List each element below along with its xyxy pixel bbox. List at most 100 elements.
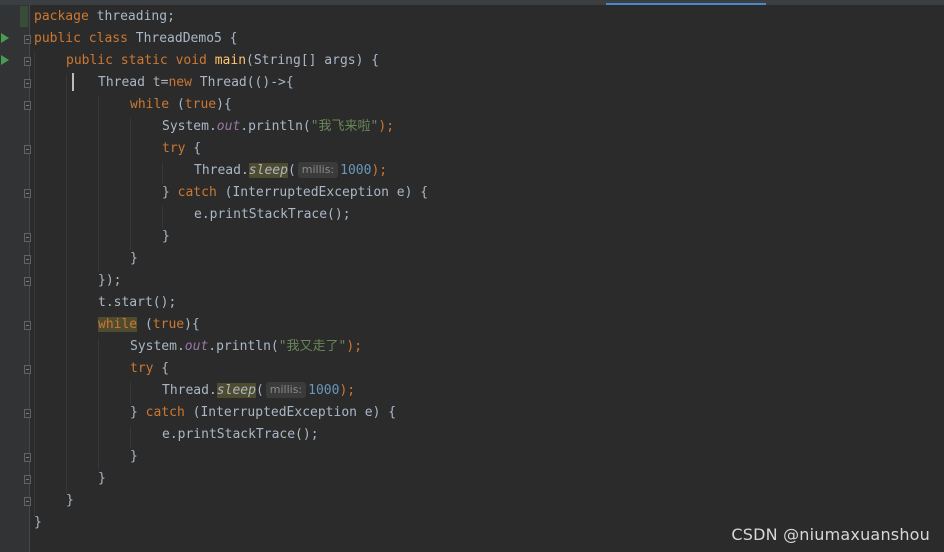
code-text: } — [130, 405, 146, 420]
code-line-13[interactable]: }); — [98, 270, 121, 292]
static-field: out — [184, 339, 209, 354]
static-field: out — [216, 119, 241, 134]
fold-marker-icon[interactable] — [24, 475, 31, 484]
code-line-4[interactable]: Thread t=new Thread(()->{ — [98, 72, 294, 94]
code-line-9[interactable]: } catch (InterruptedException e) { — [162, 182, 428, 204]
code-text: System. — [162, 119, 217, 134]
code-text: }); — [98, 273, 122, 288]
text-caret — [72, 73, 74, 91]
code-text: e.printStackTrace(); — [162, 427, 319, 442]
fold-marker-icon[interactable] — [24, 57, 31, 66]
keyword: true — [184, 97, 217, 112]
code-text: ( — [169, 97, 185, 112]
fold-marker-icon[interactable] — [24, 409, 31, 418]
code-text: .println( — [208, 339, 279, 354]
code-text: Thread(()->{ — [191, 75, 294, 90]
indent-guide — [130, 382, 131, 404]
keyword: while — [98, 317, 138, 332]
code-line-16[interactable]: System.out.println("我又走了"); — [130, 336, 362, 358]
parameter-hint: millis: — [265, 382, 307, 398]
code-line-6[interactable]: System.out.println("我飞来啦"); — [162, 116, 394, 138]
fold-marker-icon[interactable] — [24, 35, 31, 44]
keyword: catch — [145, 405, 185, 420]
code-text: } — [130, 449, 138, 464]
code-text: t.start(); — [98, 295, 177, 310]
code-line-15[interactable]: while (true){ — [98, 314, 200, 336]
code-text: ); — [346, 339, 363, 354]
fold-marker-icon[interactable] — [24, 79, 31, 88]
code-line-12[interactable]: } — [130, 248, 138, 270]
code-text: ( — [255, 383, 264, 398]
code-text: ){ — [184, 317, 200, 332]
fold-marker-icon[interactable] — [24, 233, 31, 242]
code-text: } — [34, 515, 42, 530]
code-line-5[interactable]: while (true){ — [130, 94, 232, 116]
code-line-3[interactable]: public static void main(String[] args) { — [66, 50, 379, 72]
class-name: ThreadDemo5 { — [127, 31, 238, 46]
indent-guide — [162, 162, 163, 184]
code-line-10[interactable]: e.printStackTrace(); — [194, 204, 351, 226]
indent-guide — [98, 338, 99, 470]
code-text: ); — [378, 119, 395, 134]
code-text: Thread t= — [98, 75, 169, 90]
keyword: while — [130, 97, 170, 112]
code-line-21[interactable]: } — [130, 446, 138, 468]
keyword: try — [162, 141, 186, 156]
method-name: main — [214, 53, 247, 68]
fold-marker-icon[interactable] — [24, 277, 31, 286]
keyword: public class — [34, 31, 128, 46]
indent-guide — [98, 96, 99, 272]
code-line-19[interactable]: } catch (InterruptedException e) { — [130, 402, 396, 424]
code-line-14[interactable]: t.start(); — [98, 292, 176, 314]
run-class-icon[interactable] — [1, 33, 9, 43]
fold-marker-icon[interactable] — [24, 453, 31, 462]
code-text: (String[] args) { — [246, 53, 380, 68]
fold-marker-icon[interactable] — [24, 189, 31, 198]
code-text: e.printStackTrace(); — [194, 207, 351, 222]
code-line-18[interactable]: Thread.sleep(millis: 1000); — [162, 380, 355, 402]
number-literal: 1000 — [308, 383, 340, 398]
code-text: { — [185, 141, 202, 156]
keyword: new — [168, 75, 192, 90]
code-text: threading; — [88, 9, 175, 24]
code-text: } — [162, 185, 178, 200]
code-line-7[interactable]: try { — [162, 138, 201, 160]
run-main-icon[interactable] — [1, 55, 9, 65]
fold-marker-icon[interactable] — [24, 101, 31, 110]
code-text: (InterruptedException e) { — [216, 185, 429, 200]
fold-marker-icon[interactable] — [24, 145, 31, 154]
fold-marker-icon[interactable] — [24, 365, 31, 374]
code-line-8[interactable]: Thread.sleep(millis: 1000); — [194, 160, 387, 182]
vcs-change-marker — [20, 6, 28, 27]
code-line-22[interactable]: } — [98, 468, 106, 490]
code-line-24[interactable]: } — [34, 512, 42, 534]
static-method: sleep — [248, 163, 288, 178]
code-editor[interactable]: package threading; public class ThreadDe… — [0, 0, 944, 552]
code-text: ); — [371, 163, 388, 178]
code-text: Thread. — [194, 163, 249, 178]
fold-marker-icon[interactable] — [24, 321, 31, 330]
code-text: .println( — [240, 119, 311, 134]
keyword: catch — [177, 185, 217, 200]
code-text: } — [162, 229, 170, 244]
string-literal: "我飞来啦" — [310, 119, 379, 134]
code-line-11[interactable]: } — [162, 226, 170, 248]
code-line-20[interactable]: e.printStackTrace(); — [162, 424, 319, 446]
code-text: (InterruptedException e) { — [184, 405, 397, 420]
code-line-2[interactable]: public class ThreadDemo5 { — [34, 28, 238, 50]
editor-tab-bar — [0, 0, 944, 5]
code-text: { — [153, 361, 170, 376]
code-text: ( — [137, 317, 153, 332]
code-text: } — [98, 471, 106, 486]
code-line-1[interactable]: package threading; — [34, 6, 175, 28]
code-text: ); — [339, 383, 356, 398]
indent-guide — [66, 74, 67, 494]
code-line-23[interactable]: } — [66, 490, 74, 512]
code-line-17[interactable]: try { — [130, 358, 169, 380]
indent-guide — [34, 52, 35, 516]
code-text: ( — [287, 163, 296, 178]
parameter-hint: millis: — [297, 162, 339, 178]
fold-marker-icon[interactable] — [24, 497, 31, 506]
fold-marker-icon[interactable] — [24, 255, 31, 264]
watermark: CSDN @niumaxuanshou — [731, 525, 930, 544]
